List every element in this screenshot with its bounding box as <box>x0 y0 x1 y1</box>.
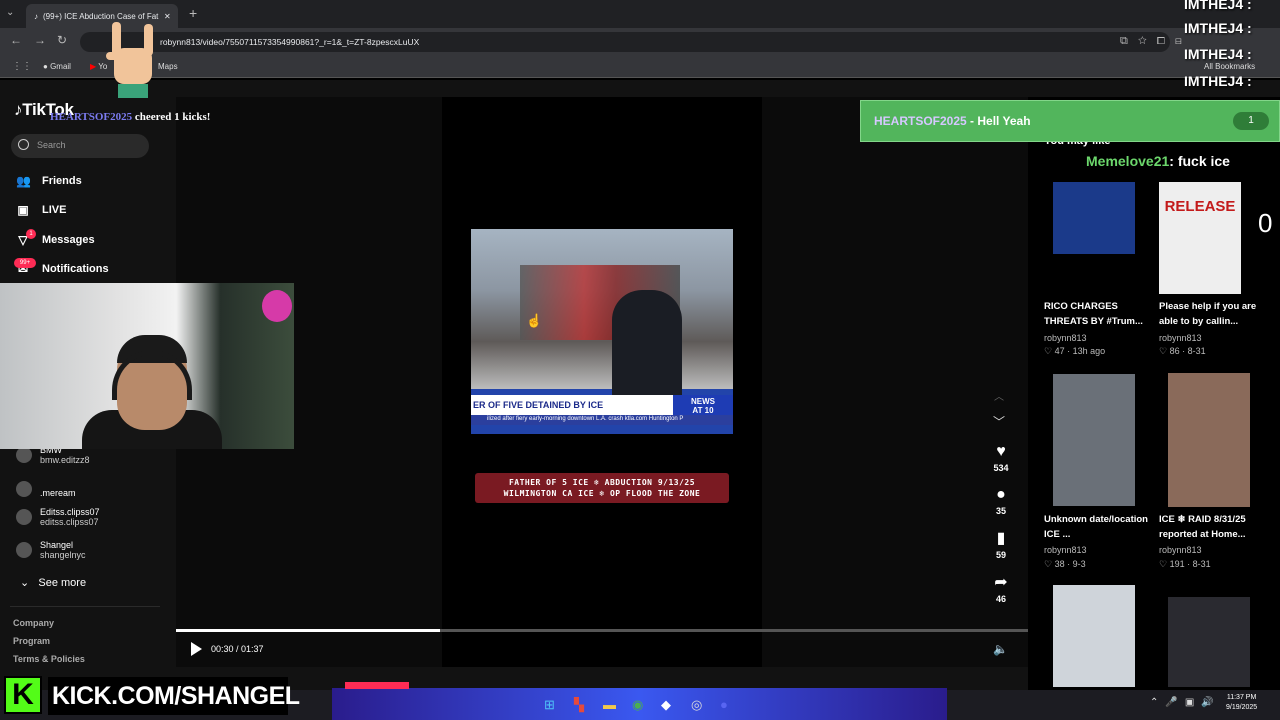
tab-search-icon[interactable]: ⌄ <box>6 7 14 18</box>
obs-icon[interactable]: ◎ <box>691 697 702 713</box>
back-icon[interactable]: ← <box>10 33 22 47</box>
news-station-tag: NEWS AT 10 <box>673 395 733 417</box>
share-button[interactable]: ➦ 46 <box>984 574 1018 604</box>
comment-icon: ● <box>996 486 1006 503</box>
video-author[interactable]: robynn813 <box>1159 545 1202 555</box>
new-tab-icon[interactable]: + <box>189 5 197 21</box>
alert-count-badge: 1 <box>1233 112 1269 130</box>
messages-badge: 1 <box>26 229 36 239</box>
video-author[interactable]: robynn813 <box>1044 333 1087 343</box>
chat-message: Memelove21: fuck ice <box>1086 153 1230 169</box>
share-icon: ➦ <box>994 574 1008 591</box>
video-thumbnail[interactable]: RELEASE <box>1159 182 1241 294</box>
video-thumbnail[interactable] <box>1053 585 1135 687</box>
video-title[interactable]: Please help if you are able to by callin… <box>1159 299 1264 329</box>
sidebar-item-friends[interactable]: 👥 Friends <box>16 174 82 188</box>
video-thumbnail[interactable] <box>1053 374 1135 506</box>
apps-icon[interactable]: ⋮⋮ <box>12 61 32 72</box>
chevron-down-icon: ⌄ <box>20 577 30 589</box>
chat-username: IMTHEJ4 : <box>1184 0 1252 12</box>
taskbar-clock[interactable]: 11:37 PM 9/19/2025 <box>1226 693 1257 713</box>
video-stats: ♡ 47 · 13h ago <box>1044 346 1106 356</box>
live-icon: ▣ <box>17 203 29 217</box>
bookmark-gmail[interactable]: ● Gmail <box>43 62 71 71</box>
see-more-button[interactable]: ⌄ See more <box>20 576 86 589</box>
account-item[interactable]: Shangel shangelnyc <box>16 540 86 560</box>
video-stats: ♡ 86 · 8-31 <box>1159 346 1206 356</box>
close-tab-icon[interactable]: ✕ <box>164 12 171 21</box>
save-button[interactable]: ▮ 59 <box>984 530 1018 560</box>
kick-channel-url: KICK.COM/SHANGEL <box>48 677 300 715</box>
video-stats: ♡ 191 · 8-31 <box>1159 559 1211 569</box>
video-thumbnail[interactable] <box>1053 182 1135 254</box>
previous-video-icon[interactable]: ︿ <box>994 388 1004 403</box>
avatar <box>16 481 32 497</box>
bookmarks-bar <box>0 56 1280 78</box>
chat-username: IMTHEJ4 : <box>1184 20 1252 36</box>
all-bookmarks[interactable]: All Bookmarks <box>1204 62 1255 71</box>
avatar <box>16 509 32 525</box>
like-button[interactable]: ♥ 534 <box>984 443 1018 473</box>
chat-username: IMTHEJ4 : <box>1184 46 1252 62</box>
tiktok-note-icon: ♪ <box>14 100 23 119</box>
video-time: 00:30 / 01:37 <box>211 644 264 654</box>
webcam-decor <box>262 290 292 322</box>
discord-icon[interactable]: ● <box>720 697 728 712</box>
video-thumbnail[interactable] <box>1168 597 1250 687</box>
video-caption: FATHER OF 5 ICE ❄ ABDUCTION 9/13/25 WILMI… <box>475 473 729 503</box>
search-icon <box>18 139 29 150</box>
news-ticker: ilized after fiery early-morning downtow… <box>471 415 733 425</box>
reload-icon[interactable]: ↻ <box>57 33 67 47</box>
tiktok-favicon-icon: ♪ <box>34 11 38 21</box>
volume-icon[interactable]: 🔈 <box>993 642 1008 656</box>
overlay-counter: 0 <box>1258 208 1273 238</box>
friends-icon: 👥 <box>16 174 31 188</box>
address-bar[interactable]: robynn813/video/7550711573354990861?_r=1… <box>80 32 1170 52</box>
play-icon[interactable] <box>191 642 202 656</box>
forward-icon[interactable]: → <box>34 33 46 47</box>
video-thumbnail[interactable] <box>1168 373 1250 507</box>
divider <box>10 606 160 607</box>
search-input[interactable]: Search <box>11 134 149 158</box>
chat-username: IMTHEJ4 : <box>1184 73 1252 89</box>
video-title[interactable]: RICO CHARGES THREATS BY #Trum... <box>1044 299 1149 329</box>
hand-cursor-icon: ☝ <box>526 313 543 328</box>
notifications-badge: 99+ <box>14 258 36 268</box>
kick-logo: K <box>4 676 42 714</box>
windows-start-icon[interactable]: ⊞ <box>544 697 555 713</box>
officer-image <box>612 290 682 400</box>
video-title[interactable]: Unknown date/location ICE ... <box>1044 512 1149 542</box>
chrome-icon[interactable]: ◉ <box>632 697 643 713</box>
bookmark-icon: ▮ <box>996 530 1006 547</box>
extension-icons[interactable]: ⧉☆⧠⊟ <box>1120 35 1192 48</box>
tiktok-accent-bar <box>345 682 409 689</box>
account-item[interactable]: .meream <box>16 480 76 498</box>
avatar <box>16 542 32 558</box>
alert-message: HEARTSOF2025 - Hell Yeah <box>874 114 1031 128</box>
footer-link-program[interactable]: Program <box>13 636 50 646</box>
next-video-icon[interactable]: ﹀ <box>993 413 1005 430</box>
footer-link-company[interactable]: Company <box>13 618 54 628</box>
steam-icon[interactable]: ◆ <box>661 697 671 713</box>
heart-icon: ♥ <box>996 443 1006 460</box>
account-item[interactable]: Editss.clipss07 editss.clipss07 <box>16 507 100 527</box>
avatar <box>16 447 32 463</box>
video-author[interactable]: robynn813 <box>1044 545 1087 555</box>
app-icon[interactable]: ▚ <box>574 697 584 713</box>
folder-icon[interactable]: ▬ <box>603 697 616 712</box>
comment-button[interactable]: ● 35 <box>984 486 1018 516</box>
progress-fill <box>176 629 440 632</box>
video-title[interactable]: ICE ❄ RAID 8/31/25 reported at Home... <box>1159 512 1264 542</box>
system-tray[interactable]: ⌃🎤▣🔊 <box>1150 697 1221 708</box>
sidebar-item-live[interactable]: ▣ LIVE <box>16 203 66 217</box>
footer-link-terms[interactable]: Terms & Policies <box>13 654 85 664</box>
rock-hand-icon <box>106 22 153 98</box>
news-headline: ER OF FIVE DETAINED BY ICE <box>473 400 604 410</box>
video-author[interactable]: robynn813 <box>1159 333 1202 343</box>
kick-cheer-alert: HEARTSOF2025 cheered 1 kicks! <box>50 111 211 123</box>
video-stats: ♡ 38 · 9-3 <box>1044 559 1086 569</box>
